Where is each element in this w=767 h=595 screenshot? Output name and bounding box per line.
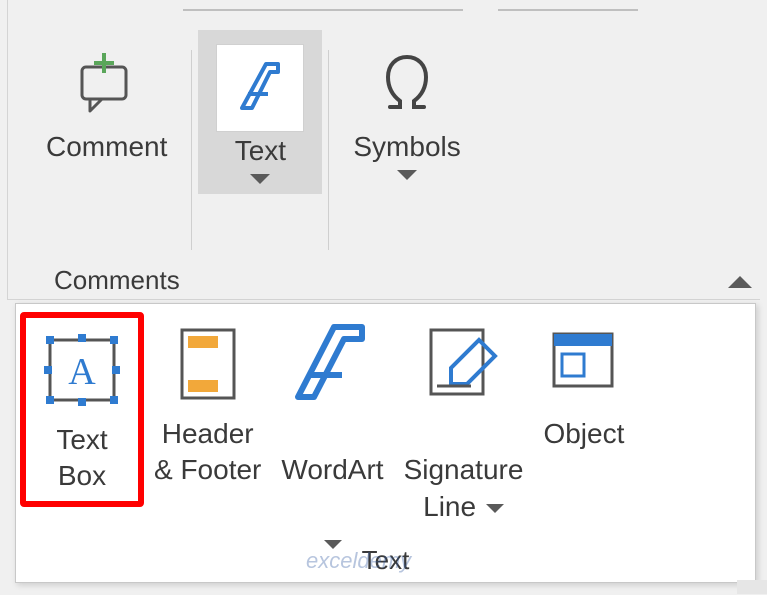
signature-line-button[interactable]: Signature Line <box>394 312 534 525</box>
ribbon-section: Comment Text Symbols C <box>7 0 760 300</box>
chevron-down-icon <box>250 174 270 184</box>
chevron-down-icon <box>486 504 504 513</box>
header-footer-button[interactable]: Header & Footer <box>144 312 271 489</box>
svg-text:A: A <box>68 351 96 393</box>
top-input-row <box>183 9 638 11</box>
wordart-label-text: WordArt <box>281 454 383 485</box>
object-button[interactable]: Object <box>533 312 634 452</box>
textbox-button[interactable]: A Text Box <box>20 312 144 507</box>
popup-footer-label: Text <box>16 545 755 576</box>
separator <box>328 50 329 250</box>
signature-label-text: Signature Line <box>404 454 524 521</box>
text-label: Text <box>235 134 286 168</box>
comment-button[interactable]: Comment <box>28 30 185 174</box>
comment-icon <box>72 44 142 128</box>
comment-label: Comment <box>46 130 167 164</box>
symbols-dropdown-button[interactable]: Symbols <box>335 30 478 190</box>
textbox-label: Text Box <box>56 422 107 495</box>
signature-icon <box>421 316 507 412</box>
ribbon-items: Comment Text Symbols <box>28 30 479 250</box>
text-dropdown-button[interactable]: Text <box>198 30 322 194</box>
signature-label: Signature Line <box>404 416 524 525</box>
text-icon <box>216 44 304 132</box>
symbols-icon <box>372 44 442 128</box>
top-input-1[interactable] <box>183 9 463 11</box>
group-label-comments: Comments <box>54 265 180 296</box>
header-footer-icon <box>168 316 248 412</box>
scrollbar-stub[interactable] <box>737 580 767 594</box>
header-footer-label: Header & Footer <box>154 416 261 489</box>
separator <box>191 50 192 250</box>
wordart-label: WordArt <box>281 416 383 562</box>
wordart-button[interactable]: WordArt <box>271 312 393 562</box>
object-label: Object <box>543 416 624 452</box>
object-icon <box>544 316 624 412</box>
text-dropdown-popup: A Text Box Header & Footer <box>15 303 756 583</box>
wordart-icon <box>284 316 380 412</box>
collapse-ribbon-icon[interactable] <box>728 276 752 288</box>
symbols-label: Symbols <box>353 130 460 164</box>
top-input-2[interactable] <box>498 9 638 11</box>
chevron-down-icon <box>397 170 417 180</box>
popup-row: A Text Box Header & Footer <box>16 304 755 562</box>
textbox-icon: A <box>36 322 128 418</box>
